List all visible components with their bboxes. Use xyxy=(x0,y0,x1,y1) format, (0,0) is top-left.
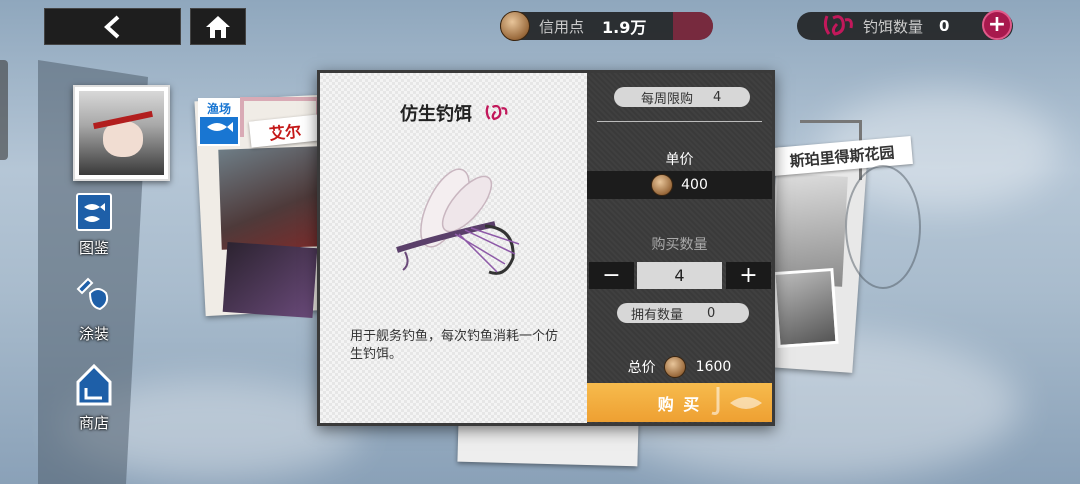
weekly-limit: 每周限购 4 xyxy=(614,87,750,107)
bait-hook-icon xyxy=(485,104,508,121)
pill-accent xyxy=(673,12,713,40)
commander-avatar[interactable] xyxy=(73,85,170,181)
sidebar-item-skins[interactable]: 涂装 xyxy=(62,275,126,344)
decrease-quantity-button[interactable]: − xyxy=(589,262,634,289)
weekly-limit-label: 每周限购 xyxy=(641,91,694,107)
minus-icon: − xyxy=(602,263,621,288)
total-value: 1600 xyxy=(695,359,732,375)
purchase-panel: 每周限购 4 单价 400 购买数量 − 4 + 拥有数量 0 总价 1600 … xyxy=(587,73,772,423)
back-arrow-icon xyxy=(103,15,119,38)
fishing-hook-icon xyxy=(711,387,762,415)
paint-icon xyxy=(76,277,109,311)
bait-label: 钓饵数量 xyxy=(863,17,924,36)
home-button[interactable] xyxy=(190,8,246,45)
item-title-row: 仿生钓饵 xyxy=(400,100,512,126)
credit-coin-icon xyxy=(651,174,674,196)
credits-label: 信用点 xyxy=(539,17,585,36)
increase-quantity-button[interactable]: + xyxy=(726,262,771,289)
back-button[interactable] xyxy=(44,8,181,45)
fishing-spot-label: 渔场 xyxy=(200,100,238,117)
quantity-input[interactable]: 4 xyxy=(637,262,722,289)
flower-image xyxy=(222,241,318,319)
sidebar-item-shop[interactable]: 商店 xyxy=(62,362,126,433)
credits-value: 1.9万 xyxy=(602,18,647,37)
fish-icon xyxy=(207,122,233,132)
purchase-dialog: 仿生钓饵 用于舰务钓鱼，每次钓鱼消耗一个仿生钓饵。 每周限购 4 单价 400 … xyxy=(317,70,775,426)
avatar-portrait xyxy=(79,91,164,175)
credit-coin-icon xyxy=(500,11,530,41)
sidebar-item-catalog[interactable]: 图鉴 xyxy=(62,193,126,258)
plus-icon: + xyxy=(987,12,1007,37)
sidebar-item-label: 涂装 xyxy=(78,325,109,343)
fishing-spot-tag[interactable]: 渔场 xyxy=(198,98,240,146)
avatar-face xyxy=(103,121,143,157)
item-description: 用于舰务钓鱼，每次钓鱼消耗一个仿生钓饵。 xyxy=(350,329,559,362)
bait-hook-icon xyxy=(823,15,853,36)
edge-handle[interactable] xyxy=(0,60,8,160)
divider xyxy=(597,121,762,122)
add-bait-button[interactable]: + xyxy=(982,10,1012,40)
buy-button[interactable]: 购 买 xyxy=(587,383,772,422)
credit-coin-icon xyxy=(663,356,686,378)
scene-image xyxy=(772,267,839,349)
emblem-decoration xyxy=(845,165,921,289)
quantity-label: 购买数量 xyxy=(651,237,708,253)
owned-value: 0 xyxy=(707,305,716,321)
unit-price-row: 400 xyxy=(587,171,772,199)
plus-icon: + xyxy=(739,263,758,288)
buy-label: 购 买 xyxy=(657,394,702,414)
total-label: 总价 xyxy=(627,360,656,376)
sidebar-item-label: 图鉴 xyxy=(78,239,109,257)
item-name: 仿生钓饵 xyxy=(400,104,472,125)
bait-count-display: 钓饵数量 0 + xyxy=(797,10,1013,40)
unit-price-value: 400 xyxy=(681,177,708,193)
owned-count: 拥有数量 0 xyxy=(617,303,749,323)
total-price-row: 总价 1600 xyxy=(587,356,772,378)
scene-image xyxy=(218,146,322,250)
bait-value: 0 xyxy=(939,17,950,35)
item-detail-pane: 仿生钓饵 用于舰务钓鱼，每次钓鱼消耗一个仿生钓饵。 xyxy=(320,73,587,423)
bionic-bait-image xyxy=(396,168,520,275)
home-icon xyxy=(206,15,230,38)
fish-book-icon xyxy=(76,193,112,231)
unit-price-label: 单价 xyxy=(665,152,694,168)
sidebar-item-label: 商店 xyxy=(78,414,109,432)
credits-display: 信用点 1.9万 xyxy=(500,11,713,41)
weekly-limit-value: 4 xyxy=(713,89,722,105)
owned-label: 拥有数量 xyxy=(631,307,684,323)
shop-icon xyxy=(76,363,112,406)
